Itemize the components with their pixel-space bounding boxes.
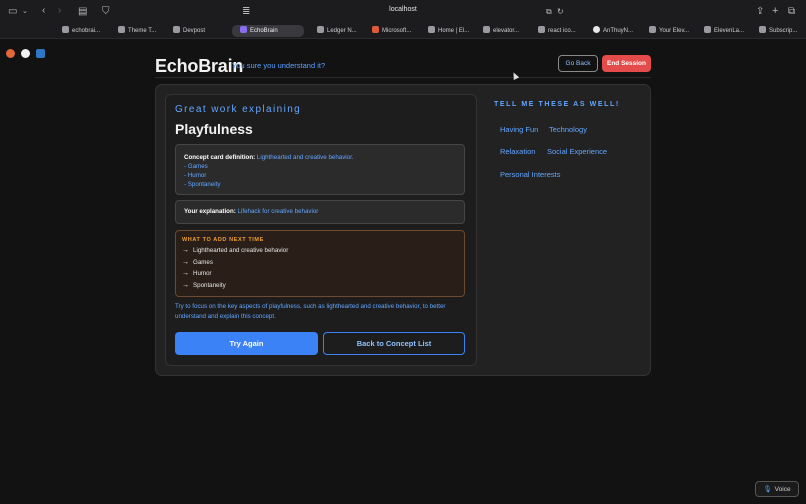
tab-favicon-icon — [593, 26, 600, 33]
tab-favicon-icon — [428, 26, 435, 33]
explanation-label: Your explanation: — [184, 208, 236, 215]
browser-tab[interactable]: react ico... — [536, 25, 588, 37]
browser-tab[interactable]: Your Elev... — [647, 25, 699, 37]
result-heading: Great work explaining — [175, 104, 302, 115]
explanation-text: Lifehack for creative behavior — [237, 208, 319, 215]
topic-link-technology[interactable]: Technology — [549, 125, 587, 134]
tab-favicon-icon — [649, 26, 656, 33]
topic-link-having-fun[interactable]: Having Fun — [500, 125, 538, 134]
browser-toolbar: ▭ ⌄ ‹ › ▤ ⛉ ≣ localhost ⧉ ↻ ⇪ + ⧉ — [0, 0, 806, 23]
browser-tab[interactable]: AnThuyN... — [591, 25, 643, 37]
tab-favicon-icon — [483, 26, 490, 33]
reload-icon[interactable]: ↻ — [557, 6, 564, 18]
tab-favicon-icon — [759, 26, 766, 33]
tab-favicon-icon — [704, 26, 711, 33]
page-settings-icon[interactable]: ≣ — [242, 6, 250, 18]
address-bar[interactable]: localhost — [360, 6, 446, 13]
arrow-right-icon: → — [182, 258, 189, 266]
definition-item: - Humor — [184, 172, 207, 179]
tab-favicon-icon — [240, 26, 247, 33]
next-time-title: WHAT TO ADD NEXT TIME — [182, 237, 264, 243]
tab-favicon-icon — [62, 26, 69, 33]
back-arrow-icon[interactable]: ‹ — [42, 5, 45, 17]
app-tagline: You sure you understand it? — [232, 61, 326, 70]
tab-favicon-icon — [538, 26, 545, 33]
shield-icon[interactable]: ⛉ — [102, 6, 110, 18]
browser-tab[interactable]: Theme T... — [116, 25, 168, 37]
app-brand: EchoBrain — [155, 56, 244, 76]
definition-text: Lighthearted and creative behavior. — [256, 154, 354, 161]
next-time-box: WHAT TO ADD NEXT TIME → Lighthearted and … — [175, 230, 465, 297]
definition-item: - Games — [184, 163, 208, 170]
browser-tab[interactable]: Ledger N... — [315, 25, 367, 37]
forward-arrow-icon[interactable]: › — [58, 5, 61, 17]
topic-link-personal-interests[interactable]: Personal Interests — [500, 170, 560, 179]
feedback-tip: Try to focus on the key aspects of playf… — [175, 303, 446, 320]
reader-icon[interactable]: ▤ — [78, 6, 87, 18]
tab-favicon-icon — [173, 26, 180, 33]
header-divider — [155, 77, 651, 78]
extension-icon[interactable] — [6, 49, 15, 58]
concept-definition-card: Concept card definition: Lighthearted an… — [175, 144, 465, 195]
browser-tab[interactable]: Microsoft... — [370, 25, 422, 37]
chevron-down-icon[interactable]: ⌄ — [22, 6, 28, 18]
mouse-cursor-icon — [510, 71, 520, 80]
next-time-item: → Games — [182, 258, 213, 266]
browser-tab[interactable]: Home | El... — [426, 25, 478, 37]
definition-label: Concept card definition: — [184, 154, 256, 161]
arrow-right-icon: → — [182, 270, 189, 278]
end-session-button[interactable]: End Session — [602, 55, 651, 72]
suggestions-title: TELL ME THESE AS WELL! — [494, 101, 620, 108]
go-back-button[interactable]: Go Back — [558, 55, 598, 72]
try-again-button[interactable]: Try Again — [175, 332, 318, 355]
tab-favicon-icon — [118, 26, 125, 33]
browser-tab[interactable]: Subscrip... — [757, 25, 805, 37]
topic-link-relaxation[interactable]: Relaxation — [500, 147, 535, 156]
tab-favicon-icon — [317, 26, 324, 33]
browser-tab[interactable]: ElevenLa... — [702, 25, 754, 37]
translate-icon[interactable]: ⧉ — [546, 6, 552, 18]
sidebar-toggle-icon[interactable]: ▭ — [8, 6, 17, 18]
tab-favicon-icon — [372, 26, 379, 33]
next-time-item: → Spontaneity — [182, 282, 226, 290]
browser-tab[interactable]: elevator... — [481, 25, 533, 37]
share-icon[interactable]: ⇪ — [756, 6, 764, 18]
definition-item: - Spontaneity — [184, 181, 221, 188]
topic-link-social-experience[interactable]: Social Experience — [547, 147, 607, 156]
github-icon[interactable] — [21, 49, 30, 58]
concept-title: Playfulness — [175, 121, 253, 137]
browser-tab-active[interactable]: EchoBrain — [232, 25, 304, 37]
arrow-right-icon: → — [182, 247, 189, 254]
next-time-item: → Lighthearted and creative behavior — [182, 247, 289, 254]
browser-tab[interactable]: Devpost — [171, 25, 223, 37]
voice-button[interactable]: 🎙 Voice — [755, 481, 799, 497]
browser-tab[interactable]: echobrai... — [60, 25, 112, 37]
new-tab-icon[interactable]: + — [772, 5, 778, 17]
arrow-right-icon: → — [182, 282, 189, 290]
explanation-card: Your explanation: Lifehack for creative … — [175, 200, 465, 224]
next-time-item: → Humor — [182, 270, 212, 278]
back-to-concept-list-button[interactable]: Back to Concept List — [323, 332, 465, 355]
microphone-icon: 🎙 — [763, 486, 772, 493]
tab-overview-icon[interactable]: ⧉ — [788, 6, 795, 18]
linkedin-icon[interactable] — [36, 49, 45, 58]
